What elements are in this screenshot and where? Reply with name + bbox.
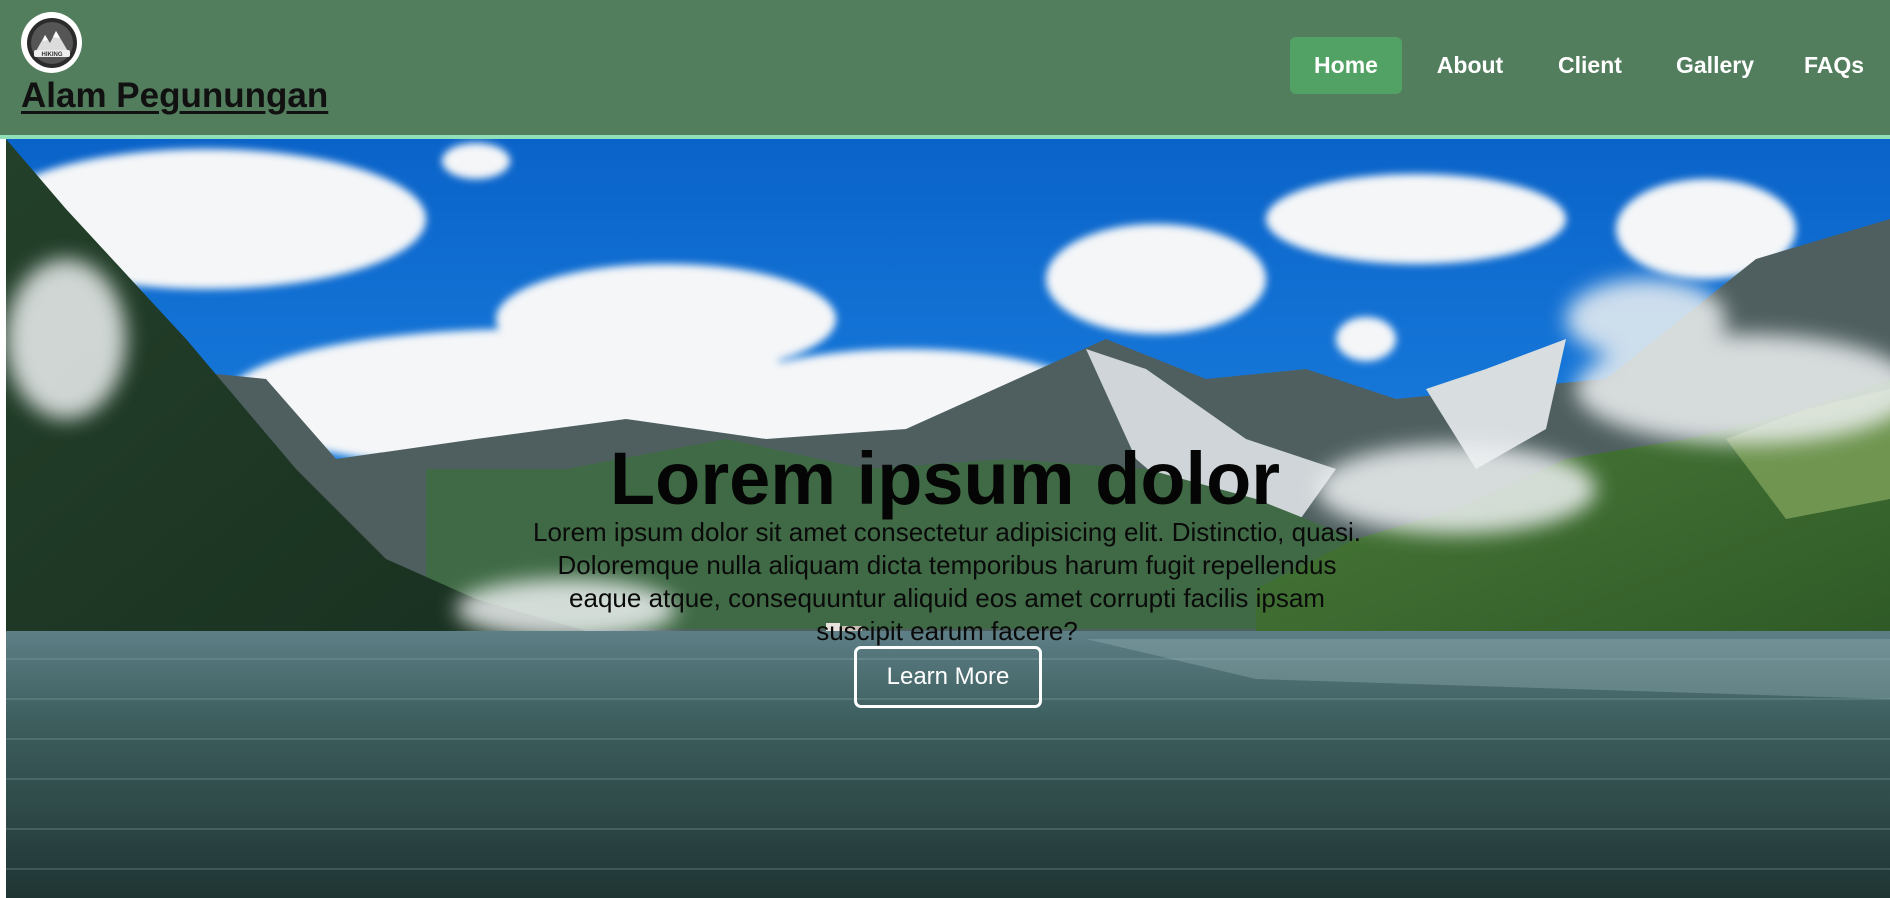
logo[interactable]: HIKING bbox=[21, 12, 82, 73]
hero-title: Lorem ipsum dolor bbox=[609, 437, 1281, 520]
hero-description: Lorem ipsum dolor sit amet consectetur a… bbox=[532, 517, 1362, 646]
nav-faqs[interactable]: FAQs bbox=[1786, 37, 1882, 94]
nav-client[interactable]: Client bbox=[1538, 37, 1642, 94]
navbar: HIKING Alam Pegunungan Home About Client… bbox=[0, 0, 1890, 136]
logo-text: HIKING bbox=[41, 52, 62, 58]
nav-about[interactable]: About bbox=[1418, 37, 1522, 94]
learn-more-button[interactable]: Learn More bbox=[854, 646, 1042, 708]
nav-gallery[interactable]: Gallery bbox=[1658, 37, 1772, 94]
brand-name[interactable]: Alam Pegunungan bbox=[21, 76, 328, 116]
mountain-badge-icon: HIKING bbox=[26, 17, 77, 68]
nav-menu: Home About Client Gallery FAQs bbox=[1290, 37, 1890, 94]
nav-home[interactable]: Home bbox=[1290, 37, 1402, 94]
